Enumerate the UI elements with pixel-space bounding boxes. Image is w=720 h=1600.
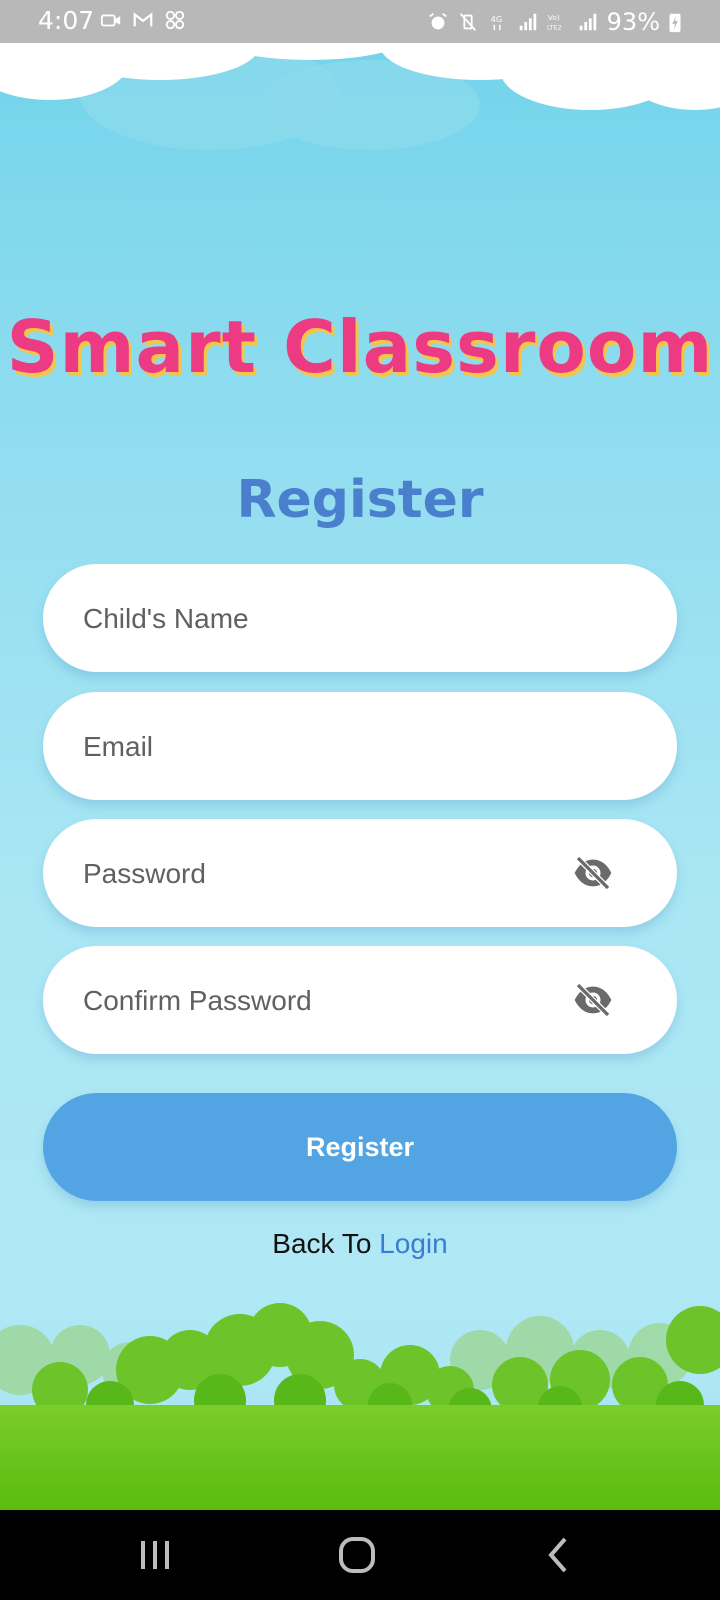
recents-button[interactable] <box>125 1530 185 1580</box>
battery-charging-icon <box>669 13 681 33</box>
vibrate-mute-icon <box>459 13 476 31</box>
eye-off-icon <box>574 982 612 1018</box>
home-button[interactable] <box>327 1530 387 1580</box>
status-time: 4:07 <box>38 6 95 35</box>
alarm-icon <box>428 13 447 30</box>
status-bar: 4:07 4G Vo) LTE2 93% <box>0 0 720 43</box>
back-button[interactable] <box>528 1530 588 1580</box>
grass <box>0 1405 720 1510</box>
video-call-icon <box>100 14 121 27</box>
email-input[interactable] <box>81 692 585 802</box>
svg-text:LTE2: LTE2 <box>547 23 562 31</box>
password-visibility-toggle[interactable] <box>571 853 615 893</box>
recents-icon <box>141 1541 169 1569</box>
signal-icon <box>579 13 596 31</box>
system-icons: 4G Vo) LTE2 93% <box>427 8 682 36</box>
child-name-input[interactable] <box>81 564 585 674</box>
svg-text:4G: 4G <box>490 14 502 24</box>
svg-text:Vo): Vo) <box>548 13 560 22</box>
eye-off-icon <box>574 855 612 891</box>
app-title: Smart Classroom <box>6 305 714 389</box>
back-to-label: Back To <box>272 1228 372 1259</box>
register-button[interactable]: Register <box>43 1093 677 1201</box>
confirm-password-input[interactable] <box>81 946 585 1056</box>
4g-data-icon: 4G <box>490 14 502 31</box>
confirm-password-visibility-toggle[interactable] <box>571 980 615 1020</box>
notification-icons <box>100 9 186 31</box>
password-input[interactable] <box>81 819 585 929</box>
child-name-field[interactable] <box>43 564 677 674</box>
battery-percent: 93% <box>606 8 660 36</box>
confirm-password-field[interactable] <box>43 946 677 1056</box>
login-link[interactable]: Login <box>379 1228 448 1259</box>
register-screen: 4:07 4G Vo) LTE2 93% Smart Classroom Regi… <box>0 0 720 1600</box>
back-to-login: Back To Login <box>0 1228 720 1260</box>
gmail-icon <box>133 12 153 27</box>
volte-lte2-icon: Vo)LTE2 <box>547 13 562 31</box>
back-icon <box>548 1537 567 1573</box>
app-grid-icon <box>165 10 185 30</box>
signal-icon <box>519 13 536 31</box>
navigation-bar <box>0 1510 720 1600</box>
form-heading: Register <box>236 470 484 530</box>
password-field[interactable] <box>43 819 677 929</box>
email-field[interactable] <box>43 692 677 802</box>
home-icon <box>339 1537 375 1573</box>
